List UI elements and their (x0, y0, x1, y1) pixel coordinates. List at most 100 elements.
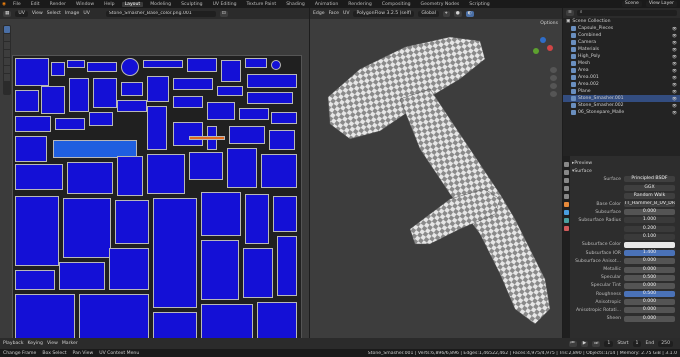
outliner-item[interactable]: High_Poly 👁 (563, 53, 680, 60)
surface-shader-field[interactable]: Principled BSDF (624, 176, 675, 183)
render-tab-icon[interactable] (564, 170, 569, 175)
visibility-eye-icon[interactable]: 👁 (672, 68, 677, 73)
transform-tool-icon[interactable] (4, 66, 10, 73)
tab-texture-paint[interactable]: Texture Paint (244, 2, 280, 7)
visibility-eye-icon[interactable]: 👁 (672, 110, 677, 115)
transform-orientation[interactable]: Global (418, 10, 439, 17)
menu-render[interactable]: Render (47, 2, 69, 7)
subsurface-method-field[interactable]: Random Walk (624, 192, 675, 199)
uv-menu-view[interactable]: View (32, 11, 43, 16)
outliner-item[interactable]: Plane 👁 (563, 88, 680, 95)
uv-editor[interactable] (0, 19, 309, 338)
object-tab-icon[interactable] (564, 202, 569, 207)
visibility-eye-icon[interactable]: 👁 (672, 47, 677, 52)
outliner-item[interactable]: Stone_Smasher.001 👁 (563, 95, 680, 102)
tool-tab-icon[interactable] (564, 162, 569, 167)
property-value-field[interactable]: 0.200 (624, 225, 675, 232)
tab-scripting[interactable]: Scripting (466, 2, 492, 7)
tab-sculpting[interactable]: Sculpting (178, 2, 205, 7)
uv-mode-selector[interactable]: UV (15, 10, 28, 17)
tab-compositing[interactable]: Compositing (379, 2, 414, 7)
uv-menu-uv[interactable]: UV (83, 11, 90, 16)
shading-solid-icon[interactable]: ● (453, 10, 462, 17)
material-tab-icon[interactable] (564, 226, 569, 231)
tab-animation[interactable]: Animation (312, 2, 341, 7)
outliner-item[interactable]: Combined 👁 (563, 32, 680, 39)
rotate-tool-icon[interactable] (4, 50, 10, 57)
snap-icon[interactable]: ⌖ (442, 10, 450, 17)
visibility-eye-icon[interactable]: 👁 (672, 61, 677, 66)
move-tool-icon[interactable] (4, 42, 10, 49)
start-frame-field[interactable]: 1 (632, 340, 642, 347)
tab-shading[interactable]: Shading (283, 2, 308, 7)
menu-edit[interactable]: Edit (28, 2, 43, 7)
end-frame-field[interactable]: 250 (658, 340, 673, 347)
view-layer-selector[interactable]: View Layer (645, 1, 677, 7)
visibility-eye-icon[interactable]: 👁 (672, 54, 677, 59)
outliner[interactable]: ▣ Scene Collection Capsule_Pieces 👁 Combin… (563, 18, 680, 128)
menu-help[interactable]: Help (101, 2, 117, 7)
property-value-field[interactable]: 0.500 (624, 291, 675, 298)
visibility-eye-icon[interactable]: 👁 (672, 26, 677, 31)
tab-rendering[interactable]: Rendering (345, 2, 374, 7)
property-value-field[interactable]: 0.000 (624, 266, 675, 273)
uv-image-canvas[interactable] (12, 55, 302, 338)
timeline-menu-playback[interactable]: Playback (3, 341, 24, 346)
visibility-eye-icon[interactable]: 👁 (672, 33, 677, 38)
pan-icon[interactable] (550, 75, 557, 81)
timeline-menu-keying[interactable]: Keying (28, 341, 43, 346)
menu-window[interactable]: Window (73, 2, 97, 7)
property-value-field[interactable] (624, 241, 675, 248)
outliner-type-icon[interactable]: ≡ (566, 10, 574, 16)
jump-start-icon[interactable]: ⏮ (568, 340, 577, 347)
zoom-icon[interactable] (550, 67, 557, 73)
property-value-field[interactable]: 1.400 (624, 250, 675, 257)
base-color-texture-field[interactable]: TT_Hammer_B_UV_DRB (624, 201, 675, 208)
visibility-eye-icon[interactable]: 👁 (672, 96, 677, 101)
property-value-field[interactable]: 0.100 (624, 233, 675, 240)
property-value-field[interactable]: 0.000 (624, 209, 675, 216)
property-value-field[interactable]: 0.000 (624, 258, 675, 265)
scene-tab-icon[interactable] (564, 186, 569, 191)
property-value-field[interactable]: 0.000 (624, 282, 675, 289)
camera-icon[interactable] (550, 83, 557, 89)
outliner-item[interactable]: Mesh 👁 (563, 60, 680, 67)
image-name-field[interactable]: Stone_Smasher_Base_color.png.001 (105, 10, 216, 17)
navigation-gizmo[interactable] (532, 37, 554, 59)
addon-label[interactable]: PolygonFlow 3.2.5 (self) (353, 10, 415, 17)
visibility-eye-icon[interactable]: 👁 (672, 75, 677, 80)
view-menu-face[interactable]: Face (329, 11, 339, 16)
data-tab-icon[interactable] (564, 218, 569, 223)
outliner-scene-collection[interactable]: ▣ Scene Collection (563, 18, 680, 25)
outliner-item[interactable]: 06_Stonepare_Malle 👁 (563, 109, 680, 116)
outliner-item[interactable]: Materials 👁 (563, 46, 680, 53)
outliner-item[interactable]: Area 👁 (563, 67, 680, 74)
jump-end-icon[interactable]: ⏭ (592, 340, 601, 347)
tab-layout[interactable]: Layout (121, 1, 144, 7)
outliner-item[interactable]: Capsule_Pieces 👁 (563, 25, 680, 32)
preview-section[interactable]: ▸ Preview (572, 159, 678, 167)
world-tab-icon[interactable] (564, 194, 569, 199)
outliner-item[interactable]: Stone_Smasher.002 👁 (563, 102, 680, 109)
timeline-menu-marker[interactable]: Marker (62, 341, 78, 346)
tab-uv-editing[interactable]: UV Editing (210, 2, 240, 7)
outliner-item[interactable]: Area.001 👁 (563, 74, 680, 81)
scene-selector[interactable]: Scene (621, 1, 642, 7)
visibility-eye-icon[interactable]: 👁 (672, 103, 677, 108)
pin-icon[interactable]: ⊡ (219, 10, 228, 17)
play-icon[interactable]: ▶ (580, 340, 589, 347)
properties-panel[interactable]: ▸ Preview ▾ Surface Surface Principled B… (563, 156, 680, 338)
current-frame-field[interactable]: 1 (604, 340, 614, 347)
tab-modeling[interactable]: Modeling (147, 2, 174, 7)
distribution-field[interactable]: GGX (624, 184, 675, 191)
output-tab-icon[interactable] (564, 178, 569, 183)
visibility-eye-icon[interactable]: 👁 (672, 40, 677, 45)
outliner-item[interactable]: Camera 👁 (563, 39, 680, 46)
visibility-eye-icon[interactable]: 👁 (672, 82, 677, 87)
select-tool-icon[interactable] (4, 26, 10, 33)
property-value-field[interactable]: 1.000 (624, 217, 675, 224)
property-value-field[interactable]: 0.000 (624, 307, 675, 314)
menu-file[interactable]: File (10, 2, 24, 7)
blender-logo-icon[interactable]: ◉ (2, 2, 6, 7)
gizmo-y-icon[interactable] (533, 48, 539, 54)
